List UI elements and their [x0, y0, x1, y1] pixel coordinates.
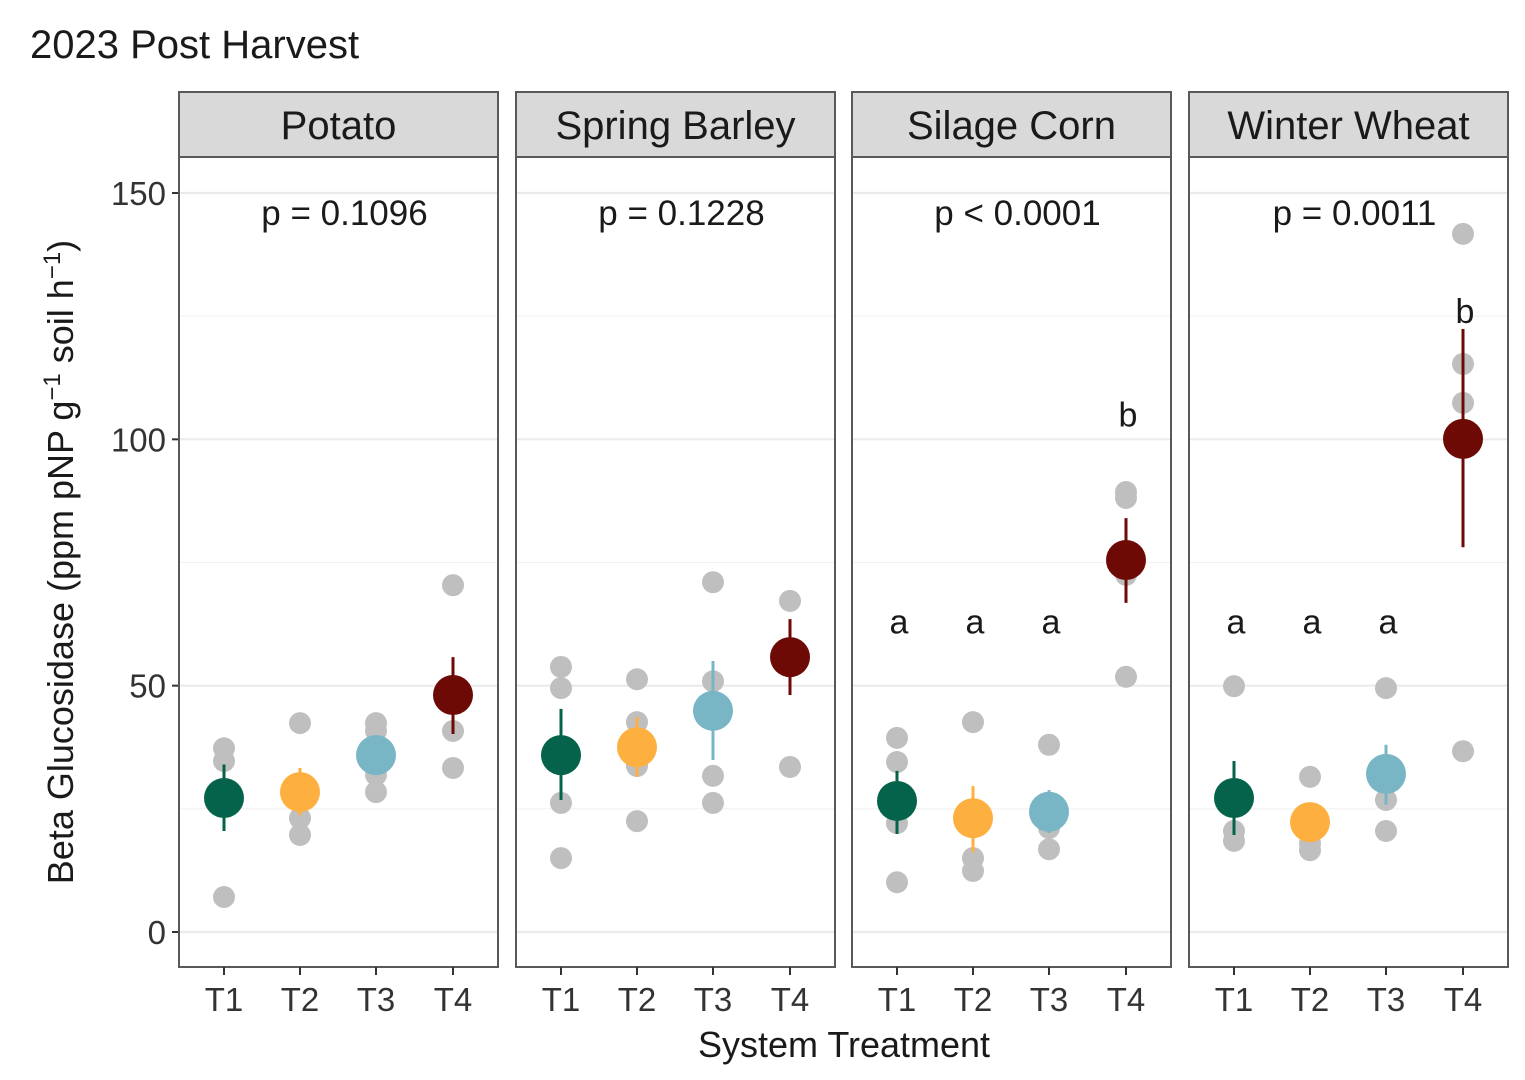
raw-point [1375, 677, 1397, 700]
p-value-label: p < 0.0001 [934, 194, 1100, 233]
raw-point [886, 871, 908, 894]
y-tick-label: 150 [111, 175, 166, 212]
x-tick-label: T2 [281, 981, 320, 1018]
raw-point [626, 668, 648, 691]
raw-point [886, 751, 908, 774]
significance-letter: a [966, 604, 985, 642]
x-tick-label: T4 [771, 981, 810, 1018]
significance-letter: a [890, 604, 909, 642]
facet-strip-label: Spring Barley [555, 104, 795, 148]
chart: 2023 Post Harvest 0 50 100 150 Potato p = 0.1… [30, 23, 1509, 1065]
raw-point [289, 823, 311, 846]
raw-point [550, 677, 572, 700]
raw-point [550, 655, 572, 678]
y-axis-title: Beta Glucosidase (ppm pNP g−1 soil h−1) [39, 240, 82, 884]
panel-spring-barley: Spring Barley p = 0.1228 T1 T2 T3 T4 [515, 91, 836, 1018]
x-tick-label: T3 [357, 981, 396, 1018]
chart-title: 2023 Post Harvest [30, 23, 359, 67]
raw-point [779, 755, 801, 778]
raw-point [626, 810, 648, 833]
raw-point [550, 847, 572, 870]
x-tick-label: T4 [1107, 981, 1146, 1018]
mean-point [770, 637, 810, 678]
raw-point [365, 781, 387, 804]
mean-point [693, 690, 733, 731]
x-tick-label: T2 [954, 981, 993, 1018]
raw-point [886, 726, 908, 749]
mean-point [280, 772, 320, 813]
x-tick-label: T3 [1030, 981, 1069, 1018]
mean-point [204, 777, 244, 818]
raw-point [1299, 765, 1321, 788]
significance-letter: a [1379, 604, 1398, 642]
x-tick-label: T2 [618, 981, 657, 1018]
raw-point [702, 764, 724, 787]
x-tick-label: T4 [1444, 981, 1483, 1018]
mean-point [617, 727, 657, 768]
x-tick-label: T1 [205, 981, 244, 1018]
raw-point [962, 711, 984, 734]
x-tick-label: T1 [878, 981, 917, 1018]
significance-letter: b [1456, 293, 1475, 331]
mean-point [953, 798, 993, 839]
raw-point [442, 756, 464, 779]
facet-panels: 050100150Potatop = 0.1096T1 T2 T3 T4Spring … [111, 91, 1509, 1018]
raw-point [702, 791, 724, 814]
significance-letter: a [1303, 604, 1322, 642]
panel-winter-wheat: Winter Wheat p = 0.0011 a a a b T1 T2 T3 T4 [1188, 91, 1509, 1018]
x-tick-label: T3 [694, 981, 733, 1018]
x-axis-title: System Treatment [698, 1024, 990, 1065]
mean-point [1366, 753, 1406, 794]
raw-point [1452, 740, 1474, 763]
raw-point [702, 571, 724, 594]
x-tick-label: T1 [1215, 981, 1254, 1018]
facet-strip-label: Winter Wheat [1227, 104, 1469, 148]
raw-point [1038, 838, 1060, 861]
mean-point [541, 735, 581, 776]
raw-point [1115, 486, 1137, 509]
raw-point [442, 574, 464, 597]
raw-point [213, 886, 235, 909]
p-value-label: p = 0.1228 [598, 194, 764, 233]
mean-point [356, 735, 396, 776]
raw-point [289, 712, 311, 735]
raw-point [1038, 733, 1060, 756]
mean-point [1290, 802, 1330, 843]
raw-point [962, 859, 984, 882]
facet-strip-label: Silage Corn [907, 104, 1116, 148]
significance-letter: b [1119, 397, 1138, 435]
x-tick-label: T3 [1367, 981, 1406, 1018]
p-value-label: p = 0.1096 [261, 194, 427, 233]
p-value-label: p = 0.0011 [1273, 194, 1437, 233]
significance-letter: a [1042, 604, 1061, 642]
significance-letter: a [1227, 604, 1246, 642]
facet-strip-label: Potato [281, 104, 397, 148]
raw-point [1223, 675, 1245, 698]
mean-point [1443, 418, 1483, 459]
mean-point [877, 780, 917, 821]
raw-point [1375, 820, 1397, 843]
mean-point [433, 675, 473, 716]
x-tick-label: T2 [1291, 981, 1330, 1018]
mean-point [1106, 540, 1146, 581]
panel-potato: Potato p = 0.1096 T1 T2 T3 T4 [178, 91, 499, 1018]
raw-point [1452, 222, 1474, 245]
y-tick-label: 0 [148, 914, 166, 951]
raw-point [779, 589, 801, 612]
x-tick-label: T4 [434, 981, 473, 1018]
raw-point [1115, 665, 1137, 688]
panel-silage-corn: Silage Corn p < 0.0001 a a a b T1 T2 T3 T4 [851, 91, 1172, 1018]
mean-point [1029, 791, 1069, 832]
x-tick-label: T1 [542, 981, 581, 1018]
y-tick-label: 50 [129, 668, 166, 705]
y-tick-label: 100 [111, 421, 166, 458]
mean-point [1214, 777, 1254, 818]
